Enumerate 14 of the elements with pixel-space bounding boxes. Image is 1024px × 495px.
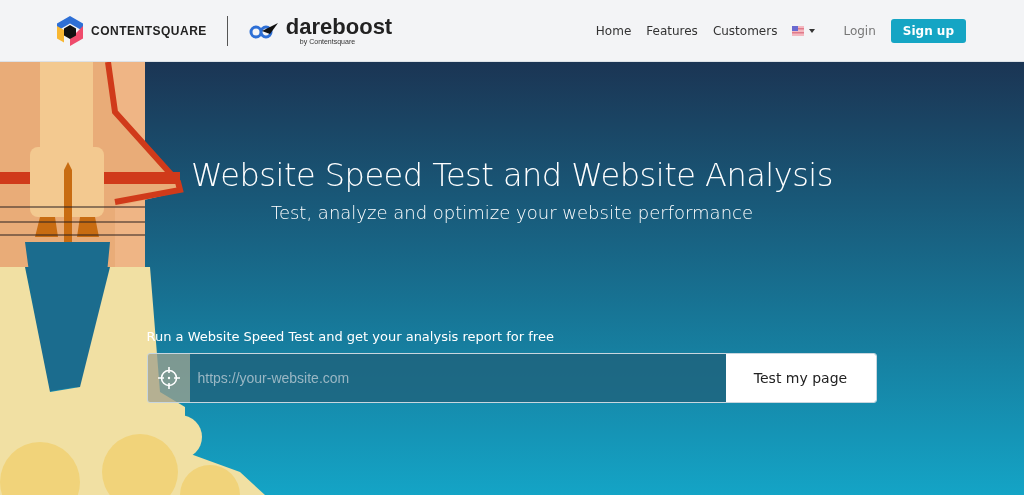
- cube-logo-icon: [57, 15, 83, 46]
- nav-link[interactable]: Customers: [712, 23, 778, 38]
- hero-title: Website Speed Test and Website Analysis: [191, 156, 833, 194]
- nav-link[interactable]: Features: [646, 23, 698, 38]
- hero-subtitle: Test, analyze and optimize your website performance: [270, 202, 753, 223]
- infinity-plane-icon: [247, 21, 280, 40]
- flag-dropdown-icon[interactable]: [792, 25, 817, 36]
- url-field[interactable]: https://your-website.com Test my page: [146, 353, 877, 403]
- crosshair-icon: [157, 367, 180, 389]
- login-link[interactable]: Login: [843, 23, 876, 38]
- product-name: dareboost: [285, 16, 393, 38]
- brand-name: CONTENTSQUARE: [91, 23, 207, 38]
- nav-link[interactable]: Home: [595, 23, 632, 38]
- test-button[interactable]: Test my page: [725, 354, 876, 402]
